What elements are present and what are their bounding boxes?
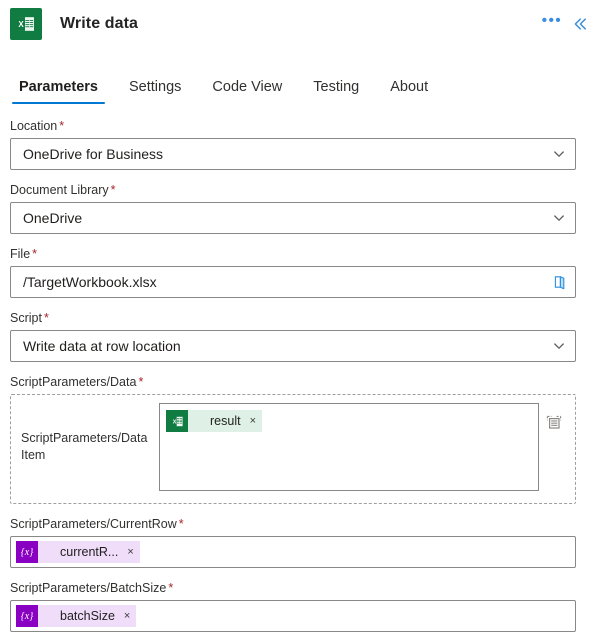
script-parameters-data-side <box>539 403 569 491</box>
tab-testing[interactable]: Testing <box>304 79 368 104</box>
tab-bar: Parameters Settings Code View Testing Ab… <box>0 60 606 104</box>
close-icon[interactable]: × <box>127 547 133 558</box>
field-location-label-text: Location <box>10 119 57 133</box>
svg-text:X: X <box>172 419 176 425</box>
token-chip-result-body: result × <box>188 410 262 432</box>
field-script-parameters-batch-size: ScriptParameters/BatchSize* {x} batchSiz… <box>10 580 576 632</box>
tab-about[interactable]: About <box>381 79 437 104</box>
tab-parameters[interactable]: Parameters <box>10 79 107 104</box>
tab-parameters-label: Parameters <box>19 79 98 95</box>
parameters-form: Location* OneDrive for Business Document… <box>0 104 606 632</box>
ellipsis-icon: ••• <box>542 16 563 26</box>
field-script-parameters-batch-size-label-text: ScriptParameters/BatchSize <box>10 581 166 595</box>
field-script-parameters-data-label-text: ScriptParameters/Data <box>10 375 136 389</box>
svg-text:X: X <box>18 20 24 29</box>
chevron-down-icon[interactable] <box>543 331 575 361</box>
tab-settings-label: Settings <box>129 79 181 95</box>
document-library-value: OneDrive <box>11 210 543 226</box>
script-value: Write data at row location <box>11 338 543 354</box>
document-library-dropdown[interactable]: OneDrive <box>10 202 576 234</box>
chevron-down-icon[interactable] <box>543 203 575 233</box>
field-script-label-text: Script <box>10 311 42 325</box>
dynamic-content-icon[interactable] <box>542 411 566 435</box>
token-chip-batch-size-body: batchSize × <box>38 605 136 627</box>
required-asterisk: * <box>32 247 37 261</box>
script-parameters-data-item-input[interactable]: X result × <box>159 403 539 491</box>
tab-code-view-label: Code View <box>212 79 282 95</box>
required-asterisk: * <box>59 119 64 133</box>
variable-icon: {x} <box>16 541 38 563</box>
field-file: File* /TargetWorkbook.xlsx <box>10 246 576 298</box>
token-chip-current-row-label: currentR... <box>60 545 118 559</box>
close-icon[interactable]: × <box>124 611 130 622</box>
close-icon[interactable]: × <box>250 416 256 427</box>
collapse-panel-button[interactable] <box>566 10 594 38</box>
more-options-button[interactable]: ••• <box>538 10 566 38</box>
file-input[interactable]: /TargetWorkbook.xlsx <box>10 266 576 298</box>
script-parameters-data-item-label: ScriptParameters/Data Item <box>17 403 159 491</box>
script-parameters-data-group: ScriptParameters/Data Item <box>10 394 576 504</box>
chevron-down-icon[interactable] <box>543 139 575 169</box>
tab-about-label: About <box>390 79 428 95</box>
script-dropdown[interactable]: Write data at row location <box>10 330 576 362</box>
field-location-label: Location* <box>10 118 576 134</box>
field-document-library: Document Library* OneDrive <box>10 182 576 234</box>
field-document-library-label: Document Library* <box>10 182 576 198</box>
field-file-label-text: File <box>10 247 30 261</box>
field-document-library-label-text: Document Library <box>10 183 109 197</box>
page-title: Write data <box>60 15 138 33</box>
variable-icon: {x} <box>16 605 38 627</box>
field-file-label: File* <box>10 246 576 262</box>
required-asterisk: * <box>111 183 116 197</box>
file-value: /TargetWorkbook.xlsx <box>11 274 545 290</box>
required-asterisk: * <box>168 581 173 595</box>
required-asterisk: * <box>179 517 184 531</box>
tab-code-view[interactable]: Code View <box>203 79 291 104</box>
location-value: OneDrive for Business <box>11 146 543 162</box>
excel-icon: X <box>10 8 42 40</box>
token-chip-result[interactable]: X result × <box>166 410 262 432</box>
excel-icon: X <box>166 410 188 432</box>
double-chevron-left-icon <box>571 15 589 33</box>
required-asterisk: * <box>138 375 143 389</box>
field-script-parameters-data-label: ScriptParameters/Data* <box>10 374 576 390</box>
field-script-parameters-current-row: ScriptParameters/CurrentRow* {x} current… <box>10 516 576 568</box>
tab-settings[interactable]: Settings <box>120 79 190 104</box>
field-script-parameters-current-row-label: ScriptParameters/CurrentRow* <box>10 516 576 532</box>
required-asterisk: * <box>44 311 49 325</box>
script-parameters-current-row-input[interactable]: {x} currentR... × <box>10 536 576 568</box>
field-location: Location* OneDrive for Business <box>10 118 576 170</box>
field-script-parameters-current-row-label-text: ScriptParameters/CurrentRow <box>10 517 177 531</box>
location-dropdown[interactable]: OneDrive for Business <box>10 138 576 170</box>
token-chip-current-row-body: currentR... × <box>38 541 140 563</box>
field-script-parameters-batch-size-label: ScriptParameters/BatchSize* <box>10 580 576 596</box>
token-chip-batch-size[interactable]: {x} batchSize × <box>16 605 136 627</box>
field-script-parameters-data: ScriptParameters/Data* ScriptParameters/… <box>10 374 576 504</box>
tab-testing-label: Testing <box>313 79 359 95</box>
field-script: Script* Write data at row location <box>10 310 576 362</box>
action-header: X Write data ••• <box>0 0 606 48</box>
token-chip-result-label: result <box>210 414 241 428</box>
field-script-label: Script* <box>10 310 576 326</box>
file-picker-icon[interactable] <box>545 267 575 297</box>
script-parameters-batch-size-input[interactable]: {x} batchSize × <box>10 600 576 632</box>
token-chip-current-row[interactable]: {x} currentR... × <box>16 541 140 563</box>
